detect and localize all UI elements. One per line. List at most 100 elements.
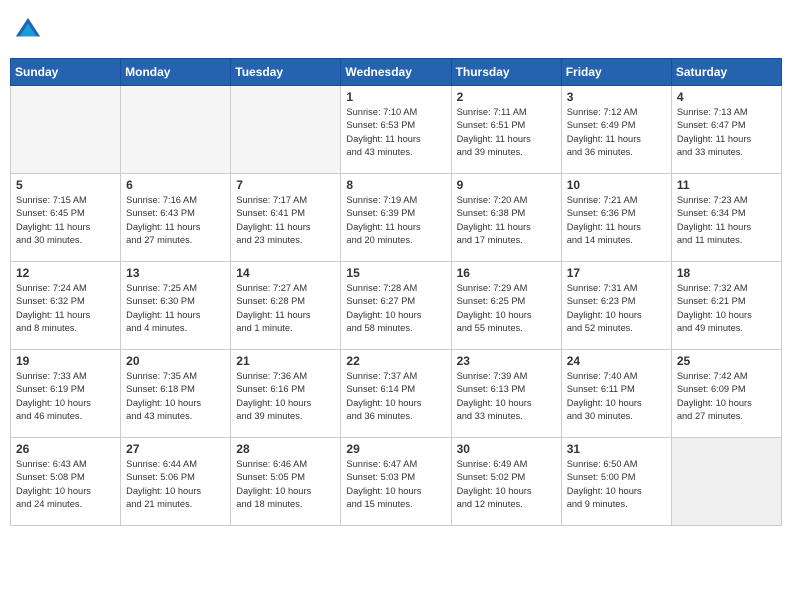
day-number: 1 xyxy=(346,90,445,104)
table-cell: 1 Sunrise: 7:10 AM Sunset: 6:53 PM Daylig… xyxy=(341,86,451,174)
day-number: 11 xyxy=(677,178,776,192)
day-info: Sunrise: 7:13 AM Sunset: 6:47 PM Dayligh… xyxy=(677,106,776,160)
table-cell: 29 Sunrise: 6:47 AM Sunset: 5:03 PM Dayli… xyxy=(341,438,451,526)
weekday-header-thursday: Thursday xyxy=(451,59,561,86)
table-cell: 28Sunrise: 6:46 AM Sunset: 5:05 PM Dayli… xyxy=(231,438,341,526)
day-number: 19 xyxy=(16,354,115,368)
table-cell: 20Sunrise: 7:35 AM Sunset: 6:18 PM Dayli… xyxy=(121,350,231,438)
day-info: Sunrise: 7:28 AM Sunset: 6:27 PM Dayligh… xyxy=(346,282,445,336)
day-number: 23 xyxy=(457,354,556,368)
day-info: Sunrise: 7:12 AM Sunset: 6:49 PM Dayligh… xyxy=(567,106,666,160)
table-cell xyxy=(11,86,121,174)
day-info: Sunrise: 7:31 AM Sunset: 6:23 PM Dayligh… xyxy=(567,282,666,336)
table-cell: 17 Sunrise: 7:31 AM Sunset: 6:23 PM Dayli… xyxy=(561,262,671,350)
day-number: 27 xyxy=(126,442,225,456)
day-info: Sunrise: 7:23 AM Sunset: 6:34 PM Dayligh… xyxy=(677,194,776,248)
day-info: Sunrise: 7:37 AM Sunset: 6:14 PM Dayligh… xyxy=(346,370,445,424)
day-info: Sunrise: 7:32 AM Sunset: 6:21 PM Dayligh… xyxy=(677,282,776,336)
day-number: 9 xyxy=(457,178,556,192)
weekday-header-friday: Friday xyxy=(561,59,671,86)
day-number: 15 xyxy=(346,266,445,280)
day-info: Sunrise: 6:50 AM Sunset: 5:00 PM Dayligh… xyxy=(567,458,666,512)
table-cell: 3 Sunrise: 7:12 AM Sunset: 6:49 PM Daylig… xyxy=(561,86,671,174)
table-cell: 15 Sunrise: 7:28 AM Sunset: 6:27 PM Dayli… xyxy=(341,262,451,350)
table-cell: 4 Sunrise: 7:13 AM Sunset: 6:47 PM Daylig… xyxy=(671,86,781,174)
day-info: Sunrise: 7:27 AM Sunset: 6:28 PM Dayligh… xyxy=(236,282,335,336)
week-row-1: 1 Sunrise: 7:10 AM Sunset: 6:53 PM Daylig… xyxy=(11,86,782,174)
day-number: 2 xyxy=(457,90,556,104)
day-number: 3 xyxy=(567,90,666,104)
week-row-3: 12Sunrise: 7:24 AM Sunset: 6:32 PM Dayli… xyxy=(11,262,782,350)
page-header xyxy=(10,10,782,50)
day-number: 21 xyxy=(236,354,335,368)
day-info: Sunrise: 6:49 AM Sunset: 5:02 PM Dayligh… xyxy=(457,458,556,512)
day-info: Sunrise: 7:39 AM Sunset: 6:13 PM Dayligh… xyxy=(457,370,556,424)
table-cell xyxy=(671,438,781,526)
table-cell: 27 Sunrise: 6:44 AM Sunset: 5:06 PM Dayli… xyxy=(121,438,231,526)
weekday-header-tuesday: Tuesday xyxy=(231,59,341,86)
weekday-header-sunday: Sunday xyxy=(11,59,121,86)
day-number: 6 xyxy=(126,178,225,192)
day-number: 24 xyxy=(567,354,666,368)
day-number: 29 xyxy=(346,442,445,456)
day-number: 30 xyxy=(457,442,556,456)
week-row-4: 19 Sunrise: 7:33 AM Sunset: 6:19 PM Dayli… xyxy=(11,350,782,438)
day-number: 28 xyxy=(236,442,335,456)
day-info: Sunrise: 6:43 AM Sunset: 5:08 PM Dayligh… xyxy=(16,458,115,512)
day-info: Sunrise: 7:33 AM Sunset: 6:19 PM Dayligh… xyxy=(16,370,115,424)
day-number: 8 xyxy=(346,178,445,192)
table-cell: 26 Sunrise: 6:43 AM Sunset: 5:08 PM Dayli… xyxy=(11,438,121,526)
day-number: 16 xyxy=(457,266,556,280)
day-info: Sunrise: 7:24 AM Sunset: 6:32 PM Dayligh… xyxy=(16,282,115,336)
table-cell: 5Sunrise: 7:15 AM Sunset: 6:45 PM Daylig… xyxy=(11,174,121,262)
table-cell: 21 Sunrise: 7:36 AM Sunset: 6:16 PM Dayli… xyxy=(231,350,341,438)
day-number: 4 xyxy=(677,90,776,104)
day-info: Sunrise: 7:19 AM Sunset: 6:39 PM Dayligh… xyxy=(346,194,445,248)
table-cell: 22 Sunrise: 7:37 AM Sunset: 6:14 PM Dayli… xyxy=(341,350,451,438)
table-cell: 6 Sunrise: 7:16 AM Sunset: 6:43 PM Daylig… xyxy=(121,174,231,262)
table-cell: 12Sunrise: 7:24 AM Sunset: 6:32 PM Dayli… xyxy=(11,262,121,350)
day-info: Sunrise: 7:21 AM Sunset: 6:36 PM Dayligh… xyxy=(567,194,666,248)
day-number: 25 xyxy=(677,354,776,368)
day-info: Sunrise: 7:10 AM Sunset: 6:53 PM Dayligh… xyxy=(346,106,445,160)
table-cell: 13Sunrise: 7:25 AM Sunset: 6:30 PM Dayli… xyxy=(121,262,231,350)
day-info: Sunrise: 7:35 AM Sunset: 6:18 PM Dayligh… xyxy=(126,370,225,424)
day-info: Sunrise: 7:42 AM Sunset: 6:09 PM Dayligh… xyxy=(677,370,776,424)
table-cell: 30 Sunrise: 6:49 AM Sunset: 5:02 PM Dayli… xyxy=(451,438,561,526)
table-cell: 24 Sunrise: 7:40 AM Sunset: 6:11 PM Dayli… xyxy=(561,350,671,438)
table-cell xyxy=(121,86,231,174)
table-cell: 16Sunrise: 7:29 AM Sunset: 6:25 PM Dayli… xyxy=(451,262,561,350)
table-cell: 19 Sunrise: 7:33 AM Sunset: 6:19 PM Dayli… xyxy=(11,350,121,438)
day-number: 22 xyxy=(346,354,445,368)
day-number: 18 xyxy=(677,266,776,280)
day-info: Sunrise: 6:44 AM Sunset: 5:06 PM Dayligh… xyxy=(126,458,225,512)
day-info: Sunrise: 6:47 AM Sunset: 5:03 PM Dayligh… xyxy=(346,458,445,512)
day-number: 10 xyxy=(567,178,666,192)
weekday-header-wednesday: Wednesday xyxy=(341,59,451,86)
week-row-2: 5Sunrise: 7:15 AM Sunset: 6:45 PM Daylig… xyxy=(11,174,782,262)
table-cell: 9 Sunrise: 7:20 AM Sunset: 6:38 PM Daylig… xyxy=(451,174,561,262)
table-cell: 2 Sunrise: 7:11 AM Sunset: 6:51 PM Daylig… xyxy=(451,86,561,174)
weekday-header-saturday: Saturday xyxy=(671,59,781,86)
logo-icon xyxy=(14,16,42,44)
table-cell: 8 Sunrise: 7:19 AM Sunset: 6:39 PM Daylig… xyxy=(341,174,451,262)
table-cell: 25 Sunrise: 7:42 AM Sunset: 6:09 PM Dayli… xyxy=(671,350,781,438)
day-number: 17 xyxy=(567,266,666,280)
table-cell xyxy=(231,86,341,174)
day-info: Sunrise: 7:20 AM Sunset: 6:38 PM Dayligh… xyxy=(457,194,556,248)
day-number: 7 xyxy=(236,178,335,192)
week-row-5: 26 Sunrise: 6:43 AM Sunset: 5:08 PM Dayli… xyxy=(11,438,782,526)
day-number: 26 xyxy=(16,442,115,456)
weekday-header-row: SundayMondayTuesdayWednesdayThursdayFrid… xyxy=(11,59,782,86)
day-info: Sunrise: 7:25 AM Sunset: 6:30 PM Dayligh… xyxy=(126,282,225,336)
day-info: Sunrise: 7:11 AM Sunset: 6:51 PM Dayligh… xyxy=(457,106,556,160)
day-number: 31 xyxy=(567,442,666,456)
table-cell: 11 Sunrise: 7:23 AM Sunset: 6:34 PM Dayli… xyxy=(671,174,781,262)
day-info: Sunrise: 7:16 AM Sunset: 6:43 PM Dayligh… xyxy=(126,194,225,248)
table-cell: 23 Sunrise: 7:39 AM Sunset: 6:13 PM Dayli… xyxy=(451,350,561,438)
day-info: Sunrise: 7:15 AM Sunset: 6:45 PM Dayligh… xyxy=(16,194,115,248)
weekday-header-monday: Monday xyxy=(121,59,231,86)
day-info: Sunrise: 7:40 AM Sunset: 6:11 PM Dayligh… xyxy=(567,370,666,424)
calendar-table: SundayMondayTuesdayWednesdayThursdayFrid… xyxy=(10,58,782,526)
day-info: Sunrise: 7:36 AM Sunset: 6:16 PM Dayligh… xyxy=(236,370,335,424)
